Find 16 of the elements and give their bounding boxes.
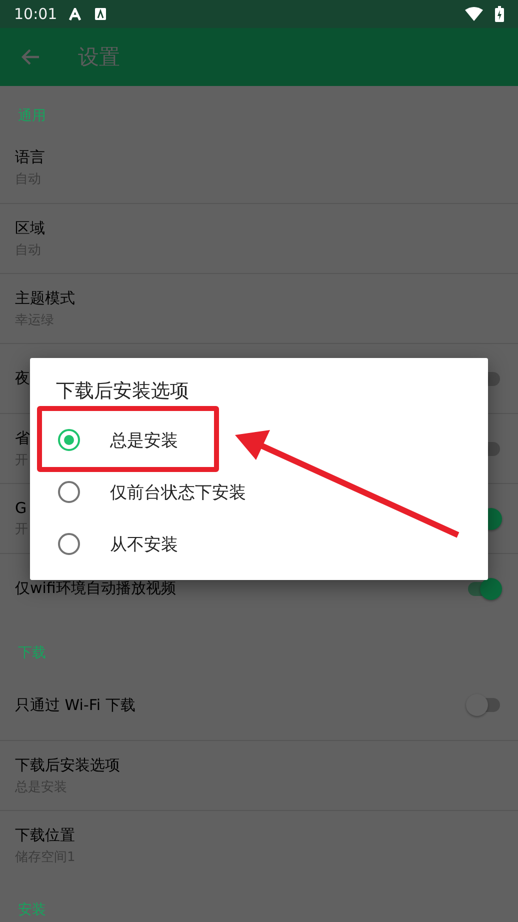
row-title: 下载后安装选项 (15, 756, 120, 774)
row-title: 下载位置 (15, 826, 75, 844)
row-title: G (15, 499, 27, 517)
section-header: 安装 (18, 901, 46, 919)
toolbar-title: 设置 (78, 44, 120, 71)
section-header: 通用 (18, 107, 46, 125)
row-title: 区域 (15, 218, 45, 238)
row-title: 主题模式 (15, 288, 75, 308)
row-title: 仅wifi环境自动播放视频 (15, 579, 176, 598)
row-title: 夜 (15, 369, 30, 388)
row-title: 省 (15, 428, 30, 448)
row-title: 只通过 Wi-Fi 下载 (15, 696, 136, 714)
status-time: 10:01 (14, 5, 58, 23)
section-header: 下载 (18, 644, 46, 662)
row-title: 语言 (15, 148, 45, 167)
dialog-title: 下载后安装选项 (55, 379, 190, 404)
